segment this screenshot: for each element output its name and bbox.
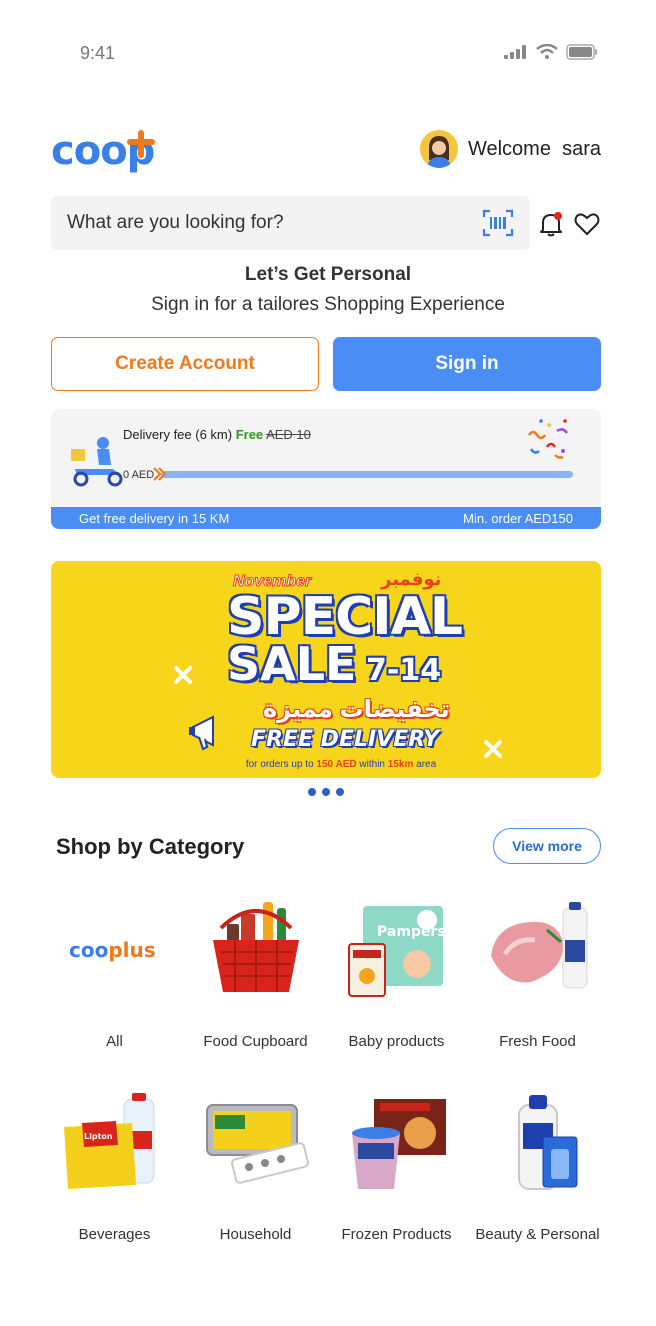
category-label: Frozen Products [341,1226,452,1243]
beverages-image: Lipton [60,1088,170,1198]
confetti-icon [527,419,569,459]
delivery-scooter-icon [71,437,123,487]
wishlist-heart-icon[interactable] [573,210,601,238]
prompt-subtitle: Sign in for a tailores Shopping Experien… [151,294,505,315]
household-image [201,1088,311,1198]
carousel-dot[interactable] [308,788,316,796]
progress-start-label: 0 AED [123,469,155,481]
sign-in-button[interactable]: Sign in [333,337,601,391]
user-avatar-icon [419,130,458,168]
category-grid: cooplus All Food Cupboard Pampers Baby p… [44,895,606,1243]
wifi-icon [536,44,558,59]
view-more-button[interactable]: View more [493,828,601,864]
carousel-dots [308,788,344,796]
coop-logo[interactable]: coop [51,126,181,178]
fresh-food-image [483,895,593,1005]
x-mark-icon [484,740,502,758]
category-beauty-personal[interactable]: Beauty & Personal [467,1088,608,1243]
cooplus-logo-icon: cooplus [69,938,156,962]
shopping-basket-icon [212,902,299,992]
category-food-cupboard[interactable]: Food Cupboard [185,895,326,1050]
household-items-icon [205,1104,309,1184]
terms-mid: within [359,759,385,770]
category-label: Beauty & Personal [475,1226,600,1243]
category-label: Food Cupboard [203,1033,308,1050]
battery-icon [566,44,597,60]
banner-headline-2: SALE [227,637,357,691]
min-order-note: Min. order AED150 [463,510,573,526]
banner-dates: 7-14 [366,653,442,688]
search-row: What are you looking for? [51,196,601,250]
fee-label: Delivery fee (6 km) [123,427,233,442]
category-fresh-food[interactable]: Fresh Food [467,895,608,1050]
fee-old-price: AED 10 [266,427,311,442]
baby-products-image: Pampers [342,895,452,1005]
x-mark-icon [174,666,192,684]
delivery-fee-text: Delivery fee (6 km) Free AED 10 [123,427,311,442]
status-bar: 9:41 [0,0,656,110]
tea-box-and-water-icon: Lipton [63,1093,154,1189]
banner-free-delivery: FREE DELIVERY [251,727,440,752]
category-baby-products[interactable]: Pampers Baby products [326,895,467,1050]
status-icons [504,44,598,60]
create-account-button[interactable]: Create Account [51,337,319,391]
svg-text:Lipton: Lipton [84,1132,113,1141]
terms-prefix: for orders up to [245,759,314,770]
category-household[interactable]: Household [185,1088,326,1243]
signal-icon [504,45,526,59]
user-name: sara [562,137,601,160]
category-section-header: Shop by Category View more [56,828,601,864]
shampoo-and-lipbalm-icon [517,1095,577,1190]
search-placeholder: What are you looking for? [67,212,284,233]
delivery-footer: Get free delivery in 15 KM Min. order AE… [51,507,601,529]
delivery-fee-card[interactable]: Delivery fee (6 km) Free AED 10 0 AED Ge… [51,409,601,529]
sign-in-prompt: Let’s Get Personal Sign in for a tailore… [0,264,656,316]
banner-terms: for orders up to 150 AED within 15km are… [51,759,601,770]
category-label: All [106,1033,123,1050]
terms-suffix: area [416,759,437,770]
frozen-food-icon [351,1099,446,1189]
category-label: Household [219,1226,292,1243]
cooplus-logo: cooplus [60,895,170,1005]
terms-amount: 150 AED [316,759,357,770]
app-header: coop Welcome sara [51,126,601,178]
terms-distance: 15km [387,759,414,770]
category-beverages[interactable]: Lipton Beverages [44,1088,185,1243]
category-label: Beverages [78,1226,151,1243]
free-delivery-note: Get free delivery in 15 KM [79,510,230,526]
frozen-products-image [342,1088,452,1198]
prompt-title: Let’s Get Personal [244,264,412,285]
avatar[interactable] [419,130,458,168]
svg-text:cooplus: cooplus [69,938,156,962]
status-time: 9:41 [80,43,116,63]
category-title: Shop by Category [56,834,245,859]
fee-free: Free [235,427,264,442]
category-all[interactable]: cooplus All [44,895,185,1050]
megaphone-icon [189,715,214,751]
barcode-scan-icon[interactable] [482,209,514,237]
delivery-progress-bar [161,471,573,478]
search-input[interactable]: What are you looking for? [51,196,530,250]
carousel-dot[interactable] [322,788,330,796]
banner-subtitle-ar: تخفيضات مميزة [263,696,450,723]
auth-buttons: Create Account Sign in [51,337,601,391]
progress-chevron-icon [153,467,167,481]
banner-headline-1: SPECIAL [227,587,463,647]
welcome-label: Welcome sara [468,138,601,161]
welcome-word: Welcome [467,137,551,160]
welcome-greeting[interactable]: Welcome sara [419,130,601,168]
category-label: Baby products [348,1033,445,1050]
diaper-pack-icon: Pampers [347,906,446,997]
promo-banner[interactable]: November نوفمبر SPECIAL SALE 7-14 تخفيضا… [51,561,601,778]
beauty-personal-image [483,1088,593,1198]
svg-text:Pampers: Pampers [377,924,446,940]
meat-and-milk-icon [490,902,587,989]
food-basket-image [201,895,311,1005]
category-frozen-products[interactable]: Frozen Products [326,1088,467,1243]
category-label: Fresh Food [499,1033,576,1050]
notification-bell-icon[interactable] [537,210,565,238]
carousel-dot[interactable] [336,788,344,796]
